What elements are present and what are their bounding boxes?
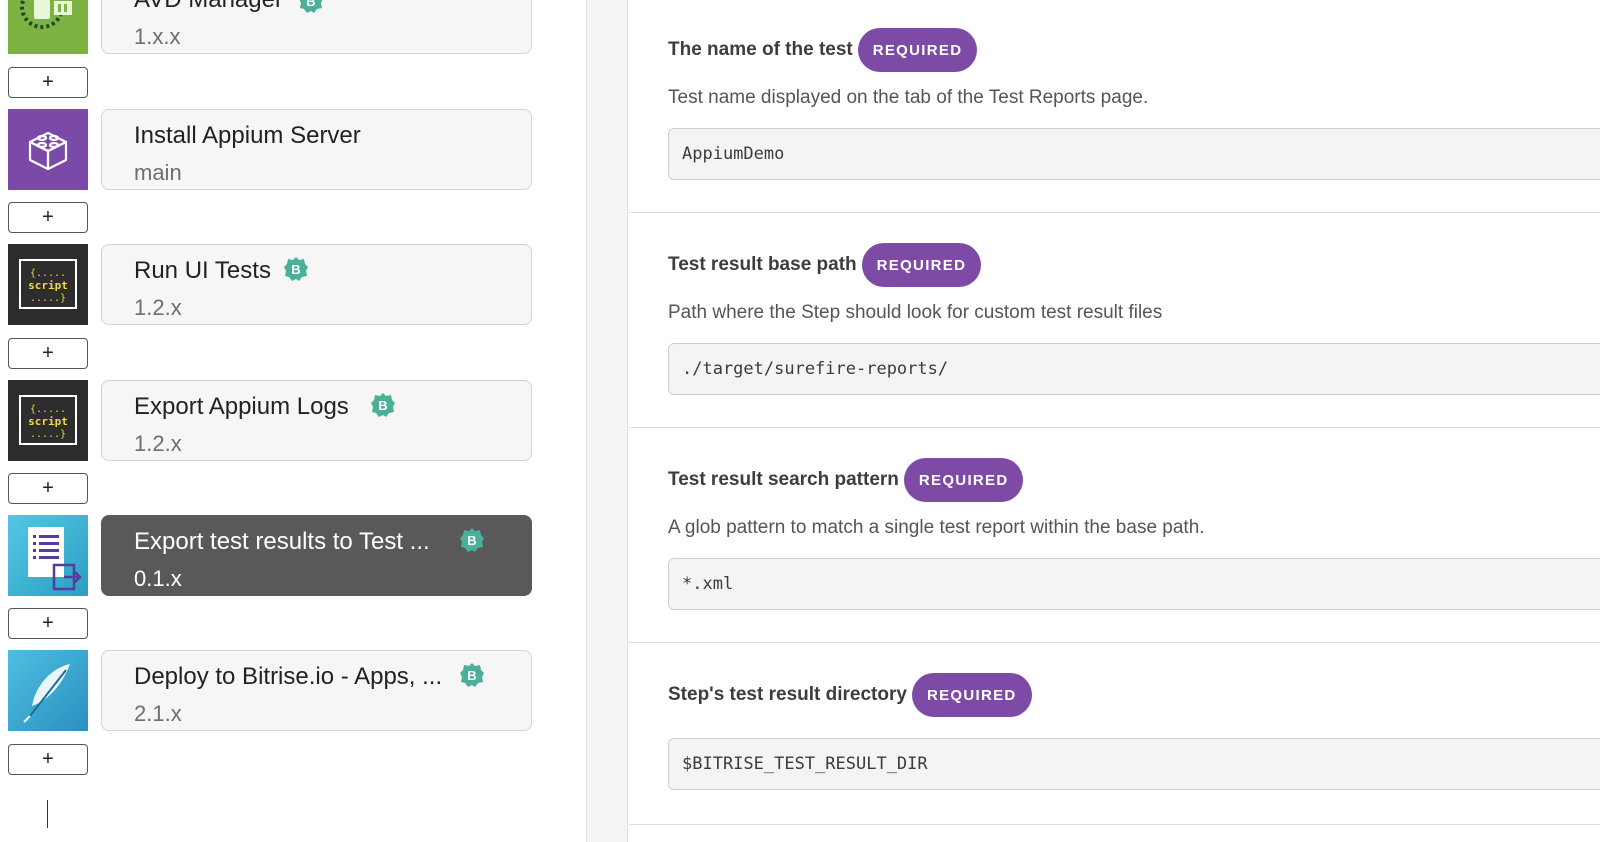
base-path-input[interactable]: ./target/surefire-reports/ [668, 343, 1600, 395]
step-install-appium-server[interactable]: Install Appium Server main [8, 109, 532, 190]
step-export-appium-logs[interactable]: {..... script .....} Export Appium Logs … [8, 380, 532, 461]
step-version: 1.2.x [134, 431, 182, 456]
step-inputs-panel: The name of the test REQUIRED Test name … [629, 0, 1600, 842]
verified-badge-icon: B [299, 0, 323, 13]
svg-text:.....}: .....} [30, 293, 66, 304]
input-section-base-path: Test result base path REQUIRED Path wher… [629, 213, 1600, 428]
step-card[interactable]: Deploy to Bitrise.io - Apps, ... B 2.1.x [101, 650, 532, 731]
input-section-result-directory: Step's test result directory REQUIRED $B… [629, 643, 1600, 825]
result-directory-input[interactable]: $BITRISE_TEST_RESULT_DIR [668, 738, 1600, 790]
input-description: Path where the Step should look for cust… [668, 302, 1163, 323]
svg-text:script: script [28, 279, 68, 292]
input-label: Test result search pattern [668, 469, 899, 490]
script-icon: {..... script .....} [8, 244, 88, 325]
feather-icon [8, 650, 88, 731]
required-badge: REQUIRED [911, 673, 1032, 717]
verified-badge-icon: B [460, 528, 484, 552]
step-version: 1.2.x [134, 295, 182, 320]
step-version: main [134, 160, 182, 185]
input-label-row: Test result base path REQUIRED [668, 243, 982, 287]
step-export-test-results[interactable]: Export test results to Test ... B 0.1.x [8, 515, 532, 596]
required-badge: REQUIRED [857, 28, 978, 72]
lego-brick-icon [8, 109, 88, 190]
verified-badge-icon: B [371, 393, 395, 417]
step-deploy-to-bitrise[interactable]: Deploy to Bitrise.io - Apps, ... B 2.1.x [8, 650, 532, 731]
input-section-test-name: The name of the test REQUIRED Test name … [629, 0, 1600, 213]
svg-text:{.....: {..... [30, 404, 66, 415]
avd-manager-icon [8, 0, 88, 54]
step-card[interactable]: Export Appium Logs B 1.2.x [101, 380, 532, 461]
svg-text:script: script [28, 415, 68, 428]
step-title: Export Appium Logs [134, 393, 349, 420]
svg-text:B: B [291, 262, 300, 277]
input-description: Test name displayed on the tab of the Te… [668, 87, 1149, 108]
svg-text:B: B [467, 668, 476, 683]
svg-text:B: B [306, 0, 315, 9]
add-step-button[interactable]: + [8, 67, 88, 98]
input-label: Test result base path [668, 254, 857, 275]
step-version: 0.1.x [134, 566, 182, 591]
panel-divider [586, 0, 628, 842]
step-version: 2.1.x [134, 701, 182, 726]
input-section-search-pattern: Test result search pattern REQUIRED A gl… [629, 428, 1600, 643]
step-card[interactable]: Run UI Tests B 1.2.x [101, 244, 532, 325]
add-step-button[interactable]: + [8, 744, 88, 775]
svg-text:B: B [467, 533, 476, 548]
step-version: 1.x.x [134, 24, 181, 49]
svg-text:B: B [378, 398, 387, 413]
input-label-row: Test result search pattern REQUIRED [668, 458, 1024, 502]
step-title: Export test results to Test ... [134, 528, 430, 555]
script-icon: {..... script .....} [8, 380, 88, 461]
verified-badge-icon: B [460, 663, 484, 687]
add-step-button[interactable]: + [8, 473, 88, 504]
export-test-results-icon [8, 515, 88, 596]
step-title: Install Appium Server [134, 122, 361, 149]
step-title: Deploy to Bitrise.io - Apps, ... [134, 663, 443, 690]
input-label-row: Step's test result directory REQUIRED [668, 673, 1032, 717]
input-label: The name of the test [668, 39, 853, 60]
input-description: A glob pattern to match a single test re… [668, 517, 1205, 538]
required-badge: REQUIRED [903, 458, 1024, 502]
add-step-button[interactable]: + [8, 338, 88, 369]
step-card[interactable]: AVD Manager B 1.x.x [101, 0, 532, 54]
input-label: Step's test result directory [668, 684, 907, 705]
step-card-selected[interactable]: Export test results to Test ... B 0.1.x [101, 515, 532, 596]
workflow-steps-list: AVD Manager B 1.x.x + [0, 0, 586, 842]
step-run-ui-tests[interactable]: {..... script .....} Run UI Tests B 1.2.… [8, 244, 532, 325]
required-badge: REQUIRED [861, 243, 982, 287]
search-pattern-input[interactable]: *.xml [668, 558, 1600, 610]
step-card[interactable]: Install Appium Server main [101, 109, 532, 190]
add-step-button[interactable]: + [8, 202, 88, 233]
test-name-input[interactable]: AppiumDemo [668, 128, 1600, 180]
verified-badge-icon: B [284, 257, 308, 281]
step-avd-manager[interactable]: AVD Manager B 1.x.x [8, 0, 532, 54]
script-icon-text: {..... [30, 268, 66, 279]
step-title: AVD Manager [134, 0, 283, 14]
add-step-button[interactable]: + [8, 608, 88, 639]
input-label-row: The name of the test REQUIRED [668, 28, 978, 72]
step-title: Run UI Tests [134, 257, 271, 284]
workflow-connector-line [47, 800, 48, 828]
svg-text:.....}: .....} [30, 429, 66, 440]
